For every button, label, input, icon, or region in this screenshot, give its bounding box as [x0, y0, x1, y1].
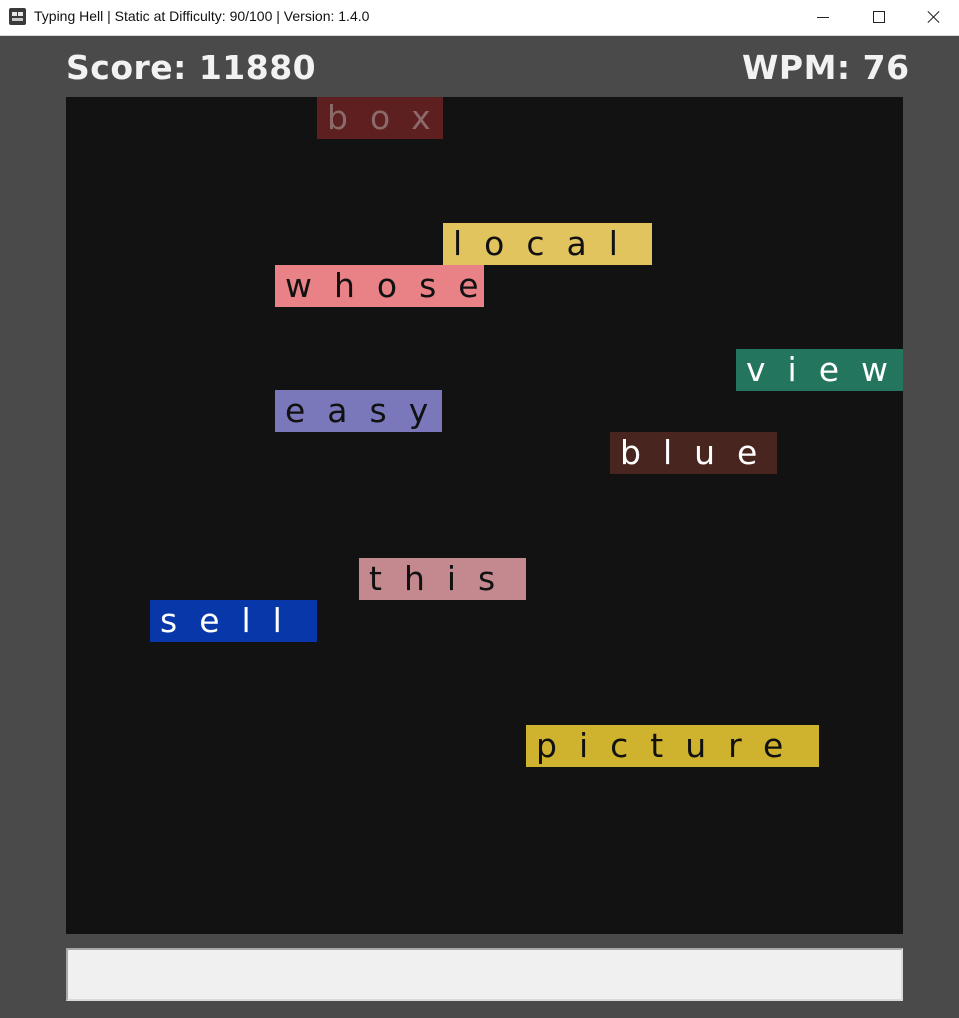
falling-word-whose: whose: [275, 265, 484, 307]
minimize-button[interactable]: [795, 0, 851, 35]
falling-word-easy: easy: [275, 390, 442, 432]
maximize-icon: [873, 11, 885, 23]
wpm-display: WPM: 76: [742, 48, 910, 87]
game-window: Typing Hell | Static at Difficulty: 90/1…: [0, 0, 959, 1018]
falling-word-picture: picture: [526, 725, 819, 767]
maximize-button[interactable]: [851, 0, 907, 35]
falling-word-blue: blue: [610, 432, 777, 474]
score-display: Score: 11880: [66, 48, 317, 87]
minimize-icon: [817, 17, 829, 18]
play-field: box local whose view easy blue this sell…: [66, 97, 903, 934]
close-button[interactable]: [907, 0, 959, 35]
window-title: Typing Hell | Static at Difficulty: 90/1…: [34, 8, 370, 24]
falling-word-this: this: [359, 558, 526, 600]
falling-word-local: local: [443, 223, 652, 265]
falling-word-box: box: [317, 97, 443, 139]
game-face-icon: [9, 8, 26, 25]
falling-word-sell: sell: [150, 600, 317, 642]
falling-word-view: view: [736, 349, 903, 391]
typing-input[interactable]: [66, 948, 903, 1001]
close-icon: [927, 10, 941, 24]
title-bar[interactable]: Typing Hell | Static at Difficulty: 90/1…: [0, 0, 959, 36]
